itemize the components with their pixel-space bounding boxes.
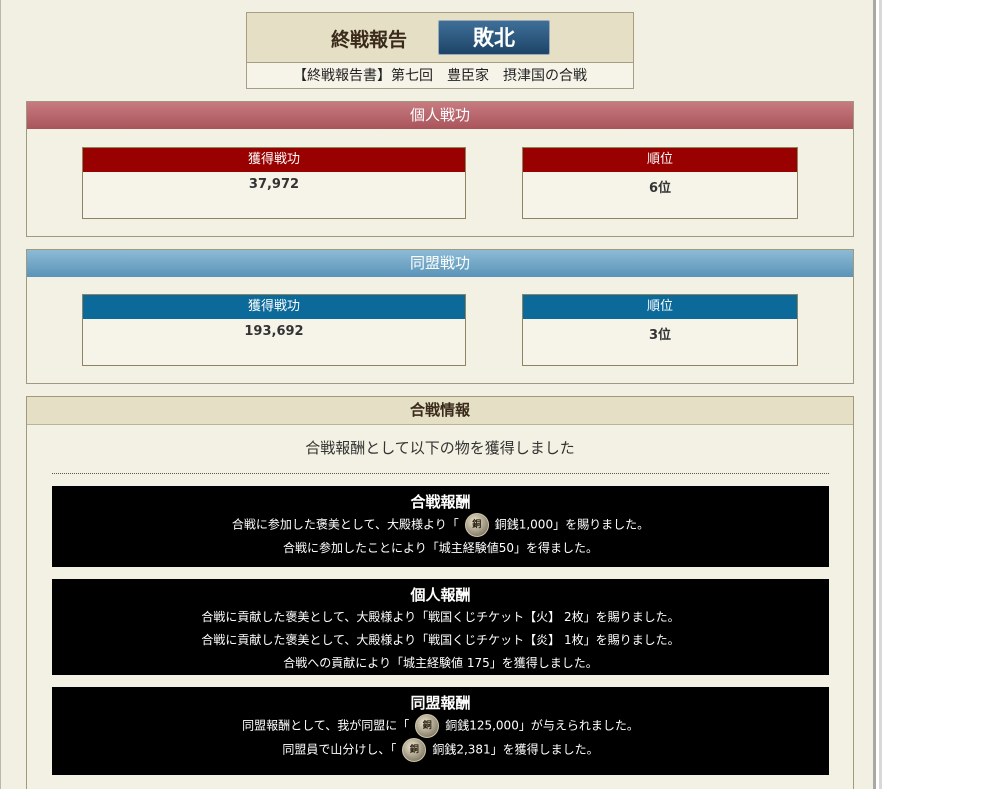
battle-reward-line-2: 合戦に参加したことにより「城主経験値50」を得ました。 — [282, 541, 599, 555]
alliance-reward-line-1-pre: 同盟報酬として、我が同盟に「 — [242, 718, 410, 733]
personal-rank-value: 6位 — [648, 181, 672, 196]
alliance-reward-box: 同盟報酬 同盟報酬として、我が同盟に「銅銅銭125,000」が与えられました。 … — [52, 687, 829, 775]
personal-reward-line-1: 合戦に貢献した褒美として、大殿様より「戦国くじチケット【火】 2枚」を賜りました… — [201, 610, 680, 624]
alliance-rank-box: 順位 3位 — [522, 294, 798, 366]
battle-info-heading: 合戦情報 — [27, 397, 853, 425]
dotted-divider — [52, 473, 829, 474]
alliance-merit-section: 同盟戦功 獲得戦功 193,692 順位 3位 — [26, 249, 854, 384]
alliance-reward-line-1-post: 銅銭125,000」が与えられました。 — [445, 718, 639, 733]
coin-icon: 銅 — [464, 513, 489, 537]
personal-reward-line-3: 合戦への貢献により「城主経験値 175」を獲得しました。 — [283, 656, 598, 670]
coin-icon: 銅 — [415, 714, 440, 738]
alliance-reward-line-1: 同盟報酬として、我が同盟に「銅銅銭125,000」が与えられました。 — [52, 714, 829, 738]
result-badge: 敗北 — [438, 20, 550, 55]
report-header: 終戦報告 敗北 【終戦報告書】第七回 豊臣家 摂津国の合戦 — [246, 12, 634, 89]
battle-reward-line-1-pre: 合戦に参加した褒美として、大殿様より「 — [231, 517, 459, 532]
report-subtitle: 【終戦報告書】第七回 豊臣家 摂津国の合戦 — [293, 68, 587, 84]
alliance-rank-label: 順位 — [523, 295, 797, 319]
battle-info-section: 合戦情報 合戦報酬として以下の物を獲得しました 合戦報酬 合戦に参加した褒美とし… — [26, 396, 854, 789]
battle-intro-text: 合戦報酬として以下の物を獲得しました — [305, 439, 575, 457]
alliance-reward-line-2-post: 銅銭2,381」を獲得しました。 — [432, 742, 599, 757]
alliance-earned-value: 193,692 — [244, 324, 304, 339]
personal-reward-title: 個人報酬 — [410, 586, 471, 604]
alliance-reward-line-2: 同盟員で山分けし、「銅銅銭2,381」を獲得しました。 — [52, 738, 829, 762]
alliance-earned-box: 獲得戦功 193,692 — [82, 294, 466, 366]
personal-merit-section: 個人戦功 獲得戦功 37,972 順位 6位 — [26, 101, 854, 237]
personal-rank-label: 順位 — [523, 148, 797, 172]
personal-reward-line-2: 合戦に貢献した褒美として、大殿様より「戦国くじチケット【炎】 1枚」を賜りました… — [201, 633, 680, 647]
battle-reward-line-1: 合戦に参加した褒美として、大殿様より「銅銅銭1,000」を賜りました。 — [52, 513, 829, 537]
battle-reward-title: 合戦報酬 — [410, 493, 471, 511]
report-frame: 終戦報告 敗北 【終戦報告書】第七回 豊臣家 摂津国の合戦 個人戦功 獲得戦功 … — [0, 0, 876, 789]
alliance-reward-line-2-pre: 同盟員で山分けし、「 — [282, 742, 397, 757]
alliance-merit-heading: 同盟戦功 — [27, 250, 853, 277]
personal-earned-label: 獲得戦功 — [83, 148, 465, 172]
report-title-row: 終戦報告 敗北 — [247, 13, 633, 63]
alliance-rank-value: 3位 — [648, 328, 672, 343]
personal-rank-box: 順位 6位 — [522, 147, 798, 219]
battle-reward-line-1-post: 銅銭1,000」を賜りました。 — [494, 517, 650, 532]
personal-reward-box: 個人報酬 合戦に貢献した褒美として、大殿様より「戦国くじチケット【火】 2枚」を… — [52, 579, 829, 675]
frame-shadow — [879, 0, 882, 789]
personal-merit-heading: 個人戦功 — [27, 102, 853, 129]
alliance-reward-title: 同盟報酬 — [410, 694, 471, 712]
personal-earned-value: 37,972 — [248, 177, 300, 192]
coin-icon: 銅 — [402, 738, 427, 762]
alliance-earned-label: 獲得戦功 — [83, 295, 465, 319]
report-title: 終戦報告 — [331, 29, 408, 51]
personal-earned-box: 獲得戦功 37,972 — [82, 147, 466, 219]
battle-reward-box: 合戦報酬 合戦に参加した褒美として、大殿様より「銅銅銭1,000」を賜りました。… — [52, 486, 829, 567]
